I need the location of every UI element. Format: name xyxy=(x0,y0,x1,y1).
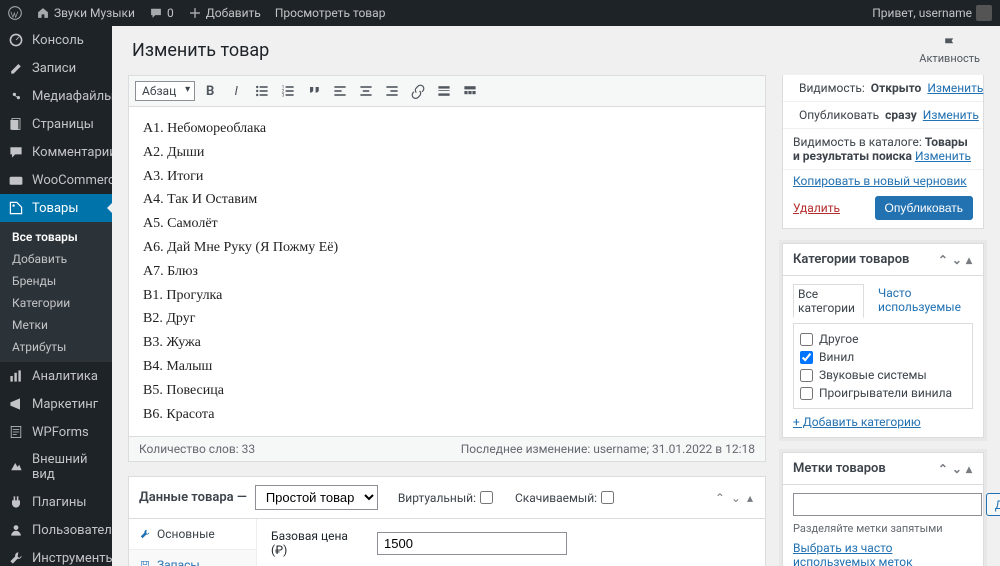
blockquote-button[interactable] xyxy=(303,80,325,102)
admin-sidebar: Консоль Записи Медиафайлы Страницы Комме… xyxy=(0,26,112,566)
sidebar-item-appearance[interactable]: Внешний вид xyxy=(0,446,112,488)
category-item[interactable]: Проигрыватели винила xyxy=(800,384,966,402)
category-list: ДругоеВинилЗвуковые системыПроигрыватели… xyxy=(793,323,973,409)
sidebar-item-dashboard[interactable]: Консоль xyxy=(0,26,112,54)
product-data-header: Данные товара — Простой товар Виртуальны… xyxy=(129,477,765,519)
page-title: Изменить товар xyxy=(132,40,269,61)
trash-link[interactable]: Удалить xyxy=(793,201,840,215)
sidebar-item-plugins[interactable]: Плагины xyxy=(0,488,112,516)
word-count: Количество слов: 33 xyxy=(139,442,255,456)
sidebar-item-marketing[interactable]: Маркетинг xyxy=(0,390,112,418)
sidebar-item-wpforms[interactable]: WPForms xyxy=(0,418,112,446)
submenu-add[interactable]: Добавить xyxy=(0,248,112,270)
page-header: Изменить товар Активность xyxy=(112,26,1000,75)
tag-input[interactable] xyxy=(793,493,982,516)
submenu-attributes[interactable]: Атрибуты xyxy=(0,336,112,358)
activity-link[interactable]: Активность xyxy=(919,36,980,65)
pd-tab-general[interactable]: Основные xyxy=(129,519,256,550)
sidebar-item-products[interactable]: Товары xyxy=(0,194,112,222)
italic-button[interactable]: I xyxy=(225,80,247,102)
edit-publish-link[interactable]: Изменить xyxy=(923,108,979,122)
toolbar-toggle-button[interactable] xyxy=(459,80,481,102)
cat-tab-freq[interactable]: Часто используемые xyxy=(874,284,973,317)
copy-draft-link[interactable]: Копировать в новый черновик xyxy=(783,170,983,188)
category-checkbox[interactable] xyxy=(800,351,813,364)
category-item[interactable]: Винил xyxy=(800,348,966,366)
product-data-panel: Данные товара — Простой товар Виртуальны… xyxy=(128,476,766,566)
category-item[interactable]: Звуковые системы xyxy=(800,366,966,384)
sidebar-item-woocommerce[interactable]: WooCommerce xyxy=(0,166,112,194)
pd-tab-inventory[interactable]: Запасы xyxy=(129,550,256,566)
edit-visibility-link[interactable]: Изменить xyxy=(927,81,983,95)
svg-text:3: 3 xyxy=(282,93,285,99)
add-new-link[interactable]: Добавить xyxy=(188,6,261,20)
comment-count: 0 xyxy=(167,6,174,20)
sidebar-item-users[interactable]: Пользователи xyxy=(0,516,112,544)
align-left-button[interactable] xyxy=(329,80,351,102)
add-tag-button[interactable]: Добавить xyxy=(986,493,1000,516)
link-button[interactable] xyxy=(407,80,429,102)
sidebar-item-analytics[interactable]: Аналитика xyxy=(0,362,112,390)
readmore-button[interactable] xyxy=(433,80,455,102)
site-home-link[interactable]: Звуки Музыки xyxy=(36,6,135,20)
sidebar-item-comments[interactable]: Комментарии xyxy=(0,138,112,166)
tag-hint: Разделяйте метки запятыми xyxy=(793,522,973,535)
publish-button[interactable]: Опубликовать xyxy=(875,196,973,220)
view-product-link[interactable]: Просмотреть товар xyxy=(275,6,386,20)
product-type-select[interactable]: Простой товар xyxy=(255,485,378,510)
flag-icon xyxy=(942,36,958,52)
wp-logo[interactable] xyxy=(8,6,22,20)
sidebar-item-posts[interactable]: Записи xyxy=(0,54,112,82)
cat-tab-all[interactable]: Все категории xyxy=(793,284,864,318)
align-right-button[interactable] xyxy=(381,80,403,102)
category-checkbox[interactable] xyxy=(800,369,813,382)
choose-tags-link[interactable]: Выбрать из часто используемых меток xyxy=(793,541,973,566)
comments-link[interactable]: 0 xyxy=(149,6,174,20)
sidebar-item-tools[interactable]: Инструменты xyxy=(0,544,112,566)
numbered-list-button[interactable]: 123 xyxy=(277,80,299,102)
last-edit: Последнее изменение: username; 31.01.202… xyxy=(461,442,755,456)
submenu-all-products[interactable]: Все товары xyxy=(0,226,112,248)
category-item[interactable]: Другое xyxy=(800,330,966,348)
site-name: Звуки Музыки xyxy=(54,6,135,20)
publish-box: Видимость: Открыто Изменить Опубликовать… xyxy=(782,75,984,229)
category-checkbox[interactable] xyxy=(800,387,813,400)
categories-box: Категории товаров ⌃⌄▴ Все категории Част… xyxy=(782,243,984,438)
virtual-checkbox[interactable] xyxy=(480,491,493,504)
main-content: Изменить товар Активность Абзац B I 123 xyxy=(112,26,1000,566)
format-select[interactable]: Абзац xyxy=(135,81,195,101)
admin-bar: Звуки Музыки 0 Добавить Просмотреть това… xyxy=(0,0,1000,26)
editor-body[interactable]: A1. НебомореоблакаA2. ДышиA3. ИтогиA4. Т… xyxy=(129,107,765,436)
submenu-tags[interactable]: Метки xyxy=(0,314,112,336)
box-collapse-icon[interactable]: ▴ xyxy=(965,253,973,267)
sidebar-item-media[interactable]: Медиафайлы xyxy=(0,82,112,110)
edit-catalog-vis-link[interactable]: Изменить xyxy=(915,149,971,163)
product-data-tabs: Основные Запасы Доставка xyxy=(129,519,257,566)
regular-price-label: Базовая цена (₽) xyxy=(271,529,367,557)
regular-price-input[interactable] xyxy=(377,532,567,555)
bold-button[interactable]: B xyxy=(199,80,221,102)
align-center-button[interactable] xyxy=(355,80,377,102)
products-submenu: Все товары Добавить Бренды Категории Мет… xyxy=(0,222,112,362)
submenu-categories[interactable]: Категории xyxy=(0,292,112,314)
panel-toggle[interactable]: ⌃⌄▴ xyxy=(713,491,755,505)
content-editor: Абзац B I 123 A1. НебомореоблакаA2. Дыши… xyxy=(128,75,766,462)
submenu-brands[interactable]: Бренды xyxy=(0,270,112,292)
box-up-icon[interactable]: ⌃ xyxy=(937,253,949,267)
box-down-icon[interactable]: ⌄ xyxy=(951,253,963,267)
tags-box: Метки товаров ⌃⌄▴ Добавить Разделяйте ме… xyxy=(782,452,984,566)
category-checkbox[interactable] xyxy=(800,333,813,346)
avatar xyxy=(976,5,992,21)
greeting[interactable]: Привет, username xyxy=(872,5,992,21)
sidebar-item-pages[interactable]: Страницы xyxy=(0,110,112,138)
add-category-link[interactable]: + Добавить категорию xyxy=(793,415,921,429)
editor-toolbar: Абзац B I 123 xyxy=(129,76,765,107)
downloadable-checkbox[interactable] xyxy=(601,491,614,504)
bullet-list-button[interactable] xyxy=(251,80,273,102)
editor-status: Количество слов: 33 Последнее изменение:… xyxy=(129,436,765,461)
